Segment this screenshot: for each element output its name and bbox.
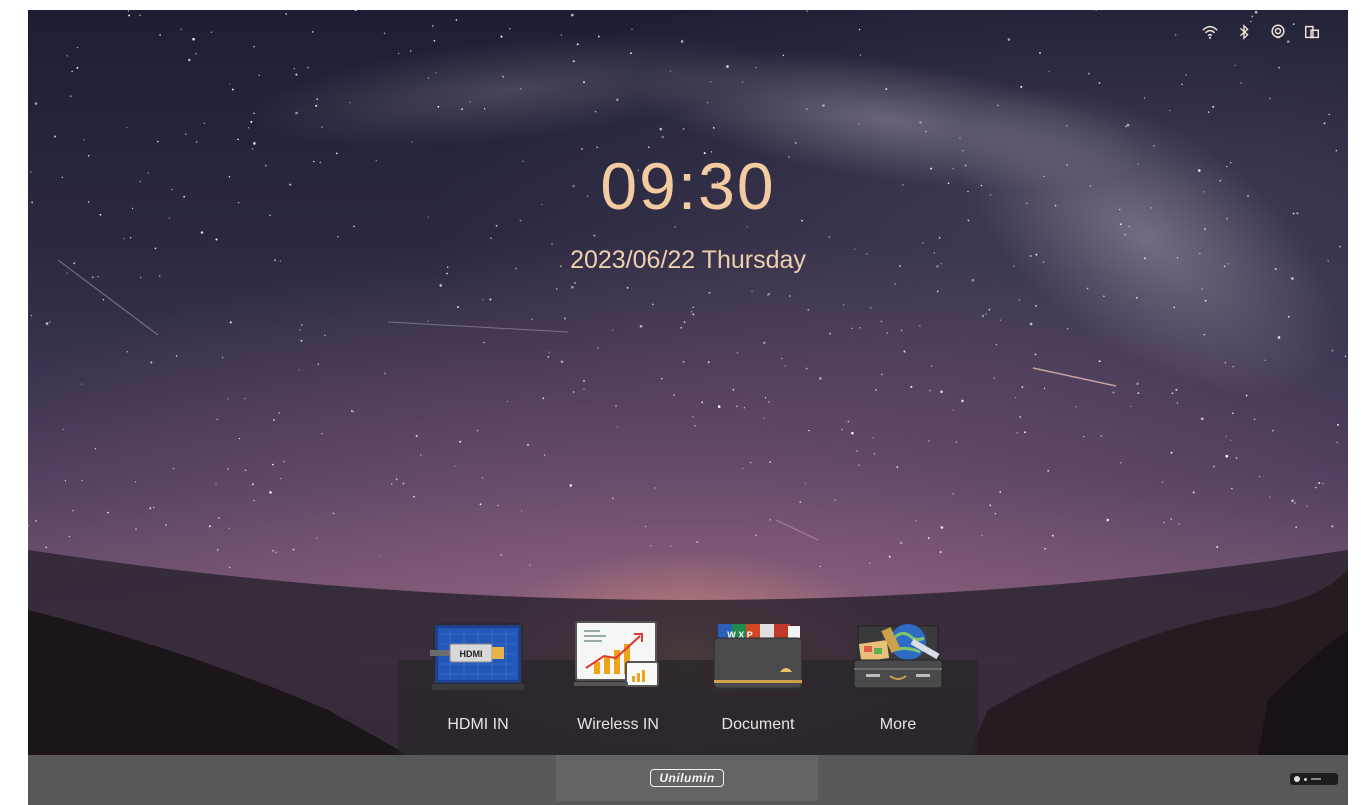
dot-small-icon xyxy=(1304,777,1307,781)
logo-panel: Unilumin xyxy=(556,755,818,801)
clock-date: 2023/06/22 Thursday xyxy=(570,246,806,274)
clock-time: 09:30 xyxy=(600,149,776,223)
app-label: Document xyxy=(721,716,795,733)
app-launcher: HDMI HDMI IN Wireless IN W X P Document … xyxy=(398,620,978,755)
bluetooth-icon[interactable] xyxy=(1234,22,1254,42)
app-label: More xyxy=(879,716,917,733)
app-hdmi-in[interactable]: HDMI HDMI IN xyxy=(418,620,538,755)
hdmi-icon: HDMI xyxy=(430,623,524,690)
app-label: Wireless IN xyxy=(577,716,659,733)
source-icon[interactable] xyxy=(1302,22,1322,42)
hotspot-icon[interactable] xyxy=(1268,22,1288,42)
app-label: HDMI IN xyxy=(447,716,509,733)
wireless-chart-icon xyxy=(574,621,659,687)
toolbox-globe-icon xyxy=(853,624,943,689)
wifi-icon[interactable] xyxy=(1200,22,1220,42)
status-bar xyxy=(1200,22,1322,42)
document-folder-icon: W X P xyxy=(713,624,803,692)
hdmi-icon-label: HDMI xyxy=(460,649,483,659)
app-wireless-in[interactable]: Wireless IN xyxy=(558,620,678,755)
dot-icon xyxy=(1294,776,1300,782)
floating-toolbar-toggle[interactable] xyxy=(1290,773,1338,785)
brand-logo: Unilumin xyxy=(650,769,724,787)
app-more[interactable]: More xyxy=(838,620,958,755)
app-document[interactable]: W X P Document xyxy=(698,620,818,755)
bar-icon xyxy=(1311,778,1321,780)
home-screen: 09:30 2023/06/22 Thursday HDMI HDMI IN W… xyxy=(28,10,1348,805)
bottom-bar: Unilumin xyxy=(28,755,1348,805)
